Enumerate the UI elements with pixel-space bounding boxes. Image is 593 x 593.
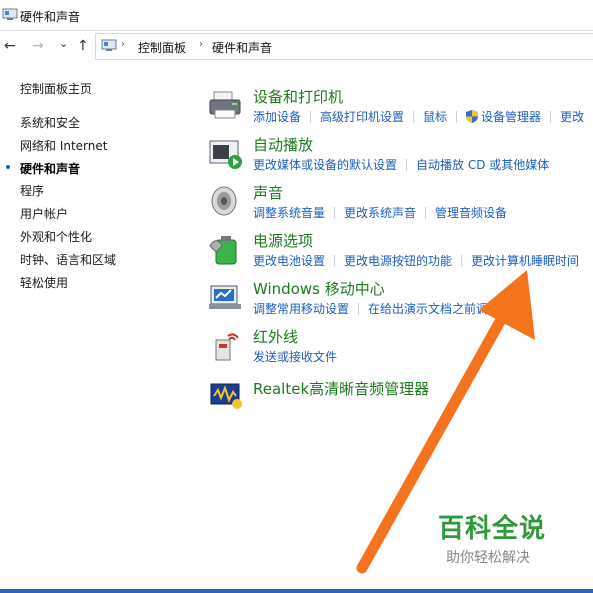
recent-locations-dropdown[interactable]: ⌄ [59,35,68,53]
speaker-icon [211,186,237,216]
sidebar-item-ease-of-access[interactable]: 轻松使用 [20,274,68,291]
link-adjust-volume[interactable]: 调整系统音量 [253,206,325,220]
up-button[interactable]: ↑ [77,37,89,55]
link-change-sounds[interactable]: 更改系统声音 [344,206,416,220]
infrared-icon [215,333,239,361]
link-autoplay-cd[interactable]: 自动播放 CD 或其他媒体 [416,158,549,172]
link-add-device[interactable]: 添加设备 [253,110,301,124]
category-links: 更改电池设置 更改电源按钮的功能 更改计算机睡眠时间 [253,252,579,269]
link-power-button-function[interactable]: 更改电源按钮的功能 [344,254,452,268]
autoplay-icon [209,140,242,169]
category-title[interactable]: 电源选项 [253,230,313,251]
link-mouse[interactable]: 鼠标 [423,110,447,124]
breadcrumb-control-panel[interactable]: 控制面板 [138,39,186,56]
link-change-sleep-time[interactable]: 更改计算机睡眠时间 [471,254,579,268]
control-panel-icon [2,8,18,20]
realtek-audio-icon [210,383,242,409]
breadcrumb-separator: › [199,39,203,50]
category-title[interactable]: 自动播放 [253,134,313,155]
watermark-brand: 百科全说 [438,514,547,544]
category-links: 更改媒体或设备的默认设置 自动播放 CD 或其他媒体 [253,156,549,173]
address-box[interactable]: › 控制面板 › 硬件和声音 [95,33,593,60]
category-links: 发送或接收文件 [253,348,337,365]
link-manage-audio-devices[interactable]: 管理音频设备 [435,206,507,220]
category-title[interactable]: 红外线 [253,326,298,347]
sidebar-item-system-security[interactable]: 系统和安全 [20,114,80,131]
sidebar-item-clock-region[interactable]: 时钟、语言和区域 [20,251,116,268]
forward-button[interactable]: → [32,37,44,55]
mobility-center-icon [209,285,241,309]
window-title: 硬件和声音 [20,10,81,24]
link-change[interactable]: 更改 [560,110,584,124]
breadcrumb-separator: › [121,39,125,50]
watermark-slogan: 助你轻松解决 [446,550,530,566]
category-title[interactable]: 设备和打印机 [253,86,343,107]
address-bar: ← → ⌄ ↑ › 控制面板 › 硬件和声音 [0,33,593,60]
link-device-manager[interactable]: 设备管理器 [481,110,541,124]
category-links: 调整常用移动设置 在给出演示文档之前调 [253,300,488,317]
breadcrumb-hardware-sound[interactable]: 硬件和声音 [212,39,272,56]
link-change-default-settings[interactable]: 更改媒体或设备的默认设置 [253,158,397,172]
sidebar-item-programs[interactable]: 程序 [20,182,44,199]
bottom-border [0,589,593,593]
title-bar: 硬件和声音 [0,0,593,31]
printer-icon [209,91,241,119]
category-title[interactable]: 声音 [253,182,283,203]
sidebar-item-appearance[interactable]: 外观和个性化 [20,228,92,245]
watermark: 百科全说 助你轻松解决 [438,508,546,567]
link-advanced-printer-setup[interactable]: 高级打印机设置 [320,110,404,124]
sidebar-item-hardware-sound: 硬件和声音 [6,160,81,177]
category-links: 调整系统音量 更改系统声音 管理音频设备 [253,204,507,221]
sidebar-item-user-accounts[interactable]: 用户帐户 [20,205,68,222]
sidebar-item-network[interactable]: 网络和 Internet [20,137,107,154]
sidebar-item-label: 硬件和声音 [20,162,81,176]
control-panel-icon [101,39,117,51]
category-links: 添加设备 高级打印机设置 鼠标 设备管理器 更改 [253,108,584,125]
category-title[interactable]: Windows 移动中心 [253,278,385,299]
active-indicator [6,165,10,169]
uac-shield-icon [466,110,479,123]
battery-icon [209,236,237,265]
link-send-receive-files[interactable]: 发送或接收文件 [253,350,337,364]
back-button[interactable]: ← [4,37,16,55]
sidebar-item-home[interactable]: 控制面板主页 [20,80,92,97]
link-change-battery-settings[interactable]: 更改电池设置 [253,254,325,268]
category-title[interactable]: Realtek高清晰音频管理器 [253,378,429,399]
link-adjust-mobility-settings[interactable]: 调整常用移动设置 [253,302,349,316]
link-presentation-settings[interactable]: 在给出演示文档之前调 [368,302,488,316]
